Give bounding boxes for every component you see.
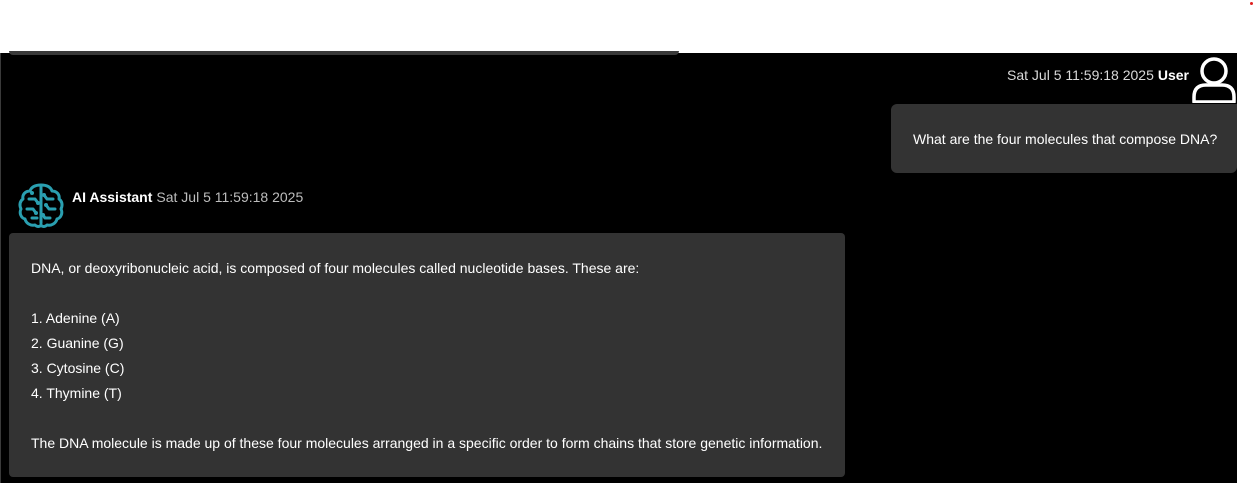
user-message-text: What are the four molecules that compose… bbox=[913, 130, 1218, 147]
list-item: 4. Thymine (T) bbox=[31, 385, 122, 401]
user-message-header: Sat Jul 5 11:59:18 2025 User bbox=[1007, 66, 1189, 84]
user-name: User bbox=[1157, 67, 1189, 83]
assistant-name: AI Assistant bbox=[72, 189, 153, 205]
user-message-timestamp: Sat Jul 5 11:59:18 2025 bbox=[1007, 67, 1154, 83]
user-icon bbox=[1191, 55, 1237, 104]
brain-circuit-icon bbox=[17, 181, 65, 229]
indicator-dot bbox=[1250, 2, 1253, 5]
assistant-message-header: AI Assistant Sat Jul 5 11:59:18 2025 bbox=[72, 189, 303, 205]
chat-area[interactable]: Sat Jul 5 11:59:18 2025 User What are th… bbox=[0, 51, 1237, 483]
list-item: 3. Cytosine (C) bbox=[31, 360, 125, 376]
previous-message-edge bbox=[9, 51, 679, 55]
assistant-message-timestamp: Sat Jul 5 11:59:18 2025 bbox=[156, 189, 304, 205]
assistant-intro-text: DNA, or deoxyribonucleic acid, is compos… bbox=[31, 260, 640, 276]
assistant-message-bubble: DNA, or deoxyribonucleic acid, is compos… bbox=[9, 233, 845, 477]
assistant-conclusion-text: The DNA molecule is made up of these fou… bbox=[31, 435, 823, 451]
top-bar bbox=[0, 0, 1257, 53]
list-item: 1. Adenine (A) bbox=[31, 310, 120, 326]
user-message-bubble: What are the four molecules that compose… bbox=[891, 104, 1237, 173]
list-item: 2. Guanine (G) bbox=[31, 335, 124, 351]
